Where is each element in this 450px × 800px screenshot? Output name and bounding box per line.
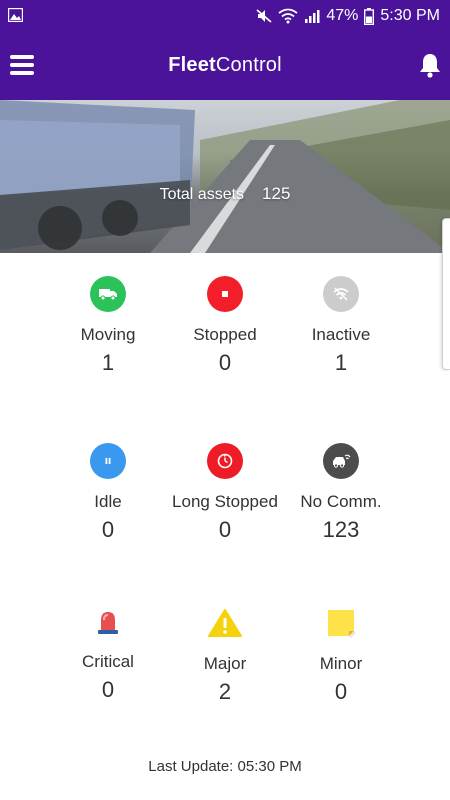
status-icons: 47% 5:30 PM xyxy=(256,0,440,32)
stat-label: Inactive xyxy=(311,325,371,344)
logo-regular: Control xyxy=(215,54,282,76)
stat-inactive[interactable]: Inactive 1 xyxy=(271,276,411,376)
app-bar: FleetControl xyxy=(0,32,450,100)
app-logo: FleetControl xyxy=(0,54,450,77)
bell-icon xyxy=(420,54,440,78)
last-update: Last Update: 05:30 PM xyxy=(148,758,302,775)
stat-count: 0 xyxy=(334,679,348,704)
hero-banner: Total assets 125 xyxy=(0,100,450,253)
total-assets: Total assets 125 xyxy=(0,184,450,204)
stat-minor[interactable]: Minor 0 xyxy=(271,605,411,705)
warning-icon xyxy=(207,605,243,641)
siren-icon xyxy=(90,603,126,639)
stat-count: 1 xyxy=(334,350,348,375)
clock: 5:30 PM xyxy=(380,7,440,24)
stat-label: Minor xyxy=(319,654,363,673)
logo-bold: Fleet xyxy=(168,54,216,76)
stat-label: No Comm. xyxy=(300,492,382,511)
mute-icon xyxy=(256,9,272,23)
no-comm-icon xyxy=(323,443,359,479)
stat-no-comm[interactable]: No Comm. 123 xyxy=(271,443,411,543)
battery-icon xyxy=(364,7,375,25)
pause-icon xyxy=(90,443,126,479)
status-bar: 47% 5:30 PM xyxy=(0,0,450,32)
truck-road-image xyxy=(0,100,450,253)
signal-icon xyxy=(305,10,320,23)
truck-icon xyxy=(90,276,126,312)
sticky-note-icon xyxy=(323,605,359,641)
no-signal-icon xyxy=(323,276,359,312)
wifi-icon xyxy=(278,8,298,24)
total-assets-label: Total assets xyxy=(159,186,245,203)
stat-count: 123 xyxy=(322,517,360,542)
gallery-icon xyxy=(8,8,23,22)
notifications-button[interactable] xyxy=(418,52,442,78)
total-assets-value: 125 xyxy=(262,184,291,203)
stop-icon xyxy=(207,276,243,312)
timer-icon xyxy=(207,443,243,479)
battery-percent: 47% xyxy=(326,7,359,24)
drawer-handle[interactable] xyxy=(442,218,450,370)
